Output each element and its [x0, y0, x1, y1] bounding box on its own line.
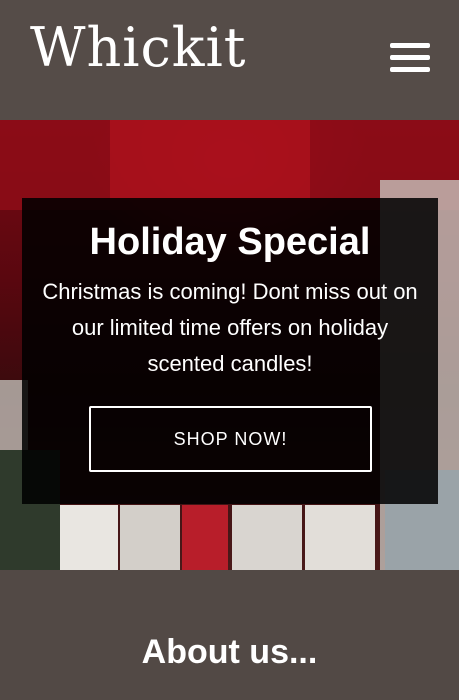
- hamburger-menu-icon[interactable]: [386, 40, 432, 76]
- menu-bar: [390, 43, 430, 48]
- promo-title: Holiday Special: [89, 221, 371, 263]
- site-logo[interactable]: Whickit: [30, 16, 247, 80]
- promo-overlay: Holiday Special Christmas is coming! Don…: [22, 198, 438, 504]
- page: Whickit Holiday Special Christmas is com…: [0, 0, 459, 700]
- promo-text: Christmas is coming! Dont miss out on ou…: [42, 279, 418, 376]
- menu-bar: [390, 67, 430, 72]
- about-section: About us...: [0, 570, 459, 700]
- hero-banner: Holiday Special Christmas is coming! Don…: [0, 120, 459, 570]
- shop-now-button[interactable]: SHOP NOW!: [89, 406, 372, 472]
- menu-bar: [390, 55, 430, 60]
- about-title: About us...: [141, 633, 318, 671]
- site-header: Whickit: [0, 0, 459, 120]
